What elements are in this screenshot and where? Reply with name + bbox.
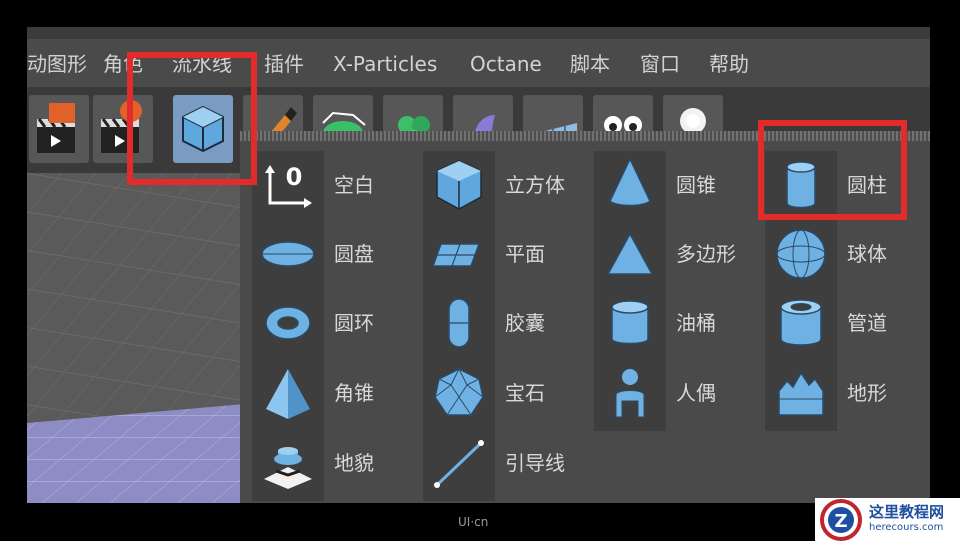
palette-item-oil-tank[interactable]: 油桶 xyxy=(594,291,744,355)
item-label: 管道 xyxy=(847,311,887,335)
item-label: 油桶 xyxy=(676,311,716,335)
polygon-icon xyxy=(606,232,654,275)
item-label: 引导线 xyxy=(505,451,565,475)
palette-item-null[interactable]: 0 空白 xyxy=(252,153,402,217)
item-label: 立方体 xyxy=(505,173,565,197)
palette-item-guide[interactable]: 引导线 xyxy=(423,431,583,495)
palette-item-figure[interactable]: 人偶 xyxy=(594,361,744,425)
item-label: 平面 xyxy=(505,242,545,266)
palette-item-gem[interactable]: 宝石 xyxy=(423,361,583,425)
item-label: 胶囊 xyxy=(505,311,545,335)
menu-mograph[interactable]: 动图形 xyxy=(27,52,87,76)
oil-tank-icon xyxy=(611,300,649,345)
menu-x-particles[interactable]: X-Particles xyxy=(333,52,437,76)
svg-text:Z: Z xyxy=(834,511,847,532)
palette-item-torus[interactable]: 圆环 xyxy=(252,291,402,355)
highlight-cylinder-item xyxy=(758,120,907,220)
menu-help[interactable]: 帮助 xyxy=(709,52,749,76)
figure-icon xyxy=(615,369,645,418)
viewport[interactable] xyxy=(27,173,257,503)
item-label: 球体 xyxy=(847,242,887,266)
pyramid-icon xyxy=(266,369,310,419)
palette-item-plane[interactable]: 平面 xyxy=(423,222,583,286)
brand-title: 这里教程网 xyxy=(869,503,945,521)
disc-icon xyxy=(261,241,315,267)
palette-item-sphere[interactable]: 球体 xyxy=(765,222,915,286)
item-label: 地形 xyxy=(847,381,887,405)
clapper-orange-icon xyxy=(37,103,75,153)
terrain-icon xyxy=(778,371,824,416)
plane-icon xyxy=(431,243,481,267)
item-label: 角锥 xyxy=(334,381,374,405)
clapper-orange-button[interactable] xyxy=(29,95,89,163)
item-label: 圆环 xyxy=(334,311,374,335)
item-label: 圆盘 xyxy=(334,242,374,266)
palette-item-capsule[interactable]: 胶囊 xyxy=(423,291,583,355)
guide-line-icon xyxy=(434,440,484,488)
gem-icon xyxy=(434,367,484,416)
viewport-grid xyxy=(27,173,257,503)
watermark: UI·cn xyxy=(458,515,489,529)
sphere-icon xyxy=(776,229,826,279)
brand-url: herecours.com xyxy=(869,522,944,533)
palette-item-polygon[interactable]: 多边形 xyxy=(594,222,744,286)
menu-octane[interactable]: Octane xyxy=(470,52,542,76)
null-object-icon: 0 xyxy=(265,163,312,208)
menu-window[interactable]: 窗口 xyxy=(640,52,680,76)
item-label: 人偶 xyxy=(676,381,716,405)
menu-script[interactable]: 脚本 xyxy=(570,52,610,76)
cone-icon xyxy=(609,157,651,207)
svg-text:0: 0 xyxy=(286,163,303,191)
landscape-icon xyxy=(264,447,312,489)
menu-plugins[interactable]: 插件 xyxy=(264,52,304,76)
palette-item-disc[interactable]: 圆盘 xyxy=(252,222,402,286)
item-label: 宝石 xyxy=(505,381,545,405)
app-window: 动图形 角色 流水线 插件 X-Particles Octane 脚本 窗口 帮… xyxy=(27,27,930,503)
capsule-icon xyxy=(448,298,470,348)
tube-icon xyxy=(780,299,822,346)
palette-item-cube[interactable]: 立方体 xyxy=(423,153,583,217)
palette-item-landscape[interactable]: 地貌 xyxy=(252,431,402,495)
torus-icon xyxy=(265,306,311,340)
item-label: 地貌 xyxy=(334,451,374,475)
item-label: 圆锥 xyxy=(676,173,716,197)
highlight-cube-tool xyxy=(127,52,257,185)
palette-item-cone[interactable]: 圆锥 xyxy=(594,153,744,217)
palette-item-pyramid[interactable]: 角锥 xyxy=(252,361,402,425)
cube-icon xyxy=(436,160,482,210)
brand-badge: Z 这里教程网 herecours.com xyxy=(815,498,960,541)
item-label: 空白 xyxy=(334,173,374,197)
palette-item-terrain[interactable]: 地形 xyxy=(765,361,915,425)
item-label: 多边形 xyxy=(676,242,736,266)
palette-item-tube[interactable]: 管道 xyxy=(765,291,915,355)
